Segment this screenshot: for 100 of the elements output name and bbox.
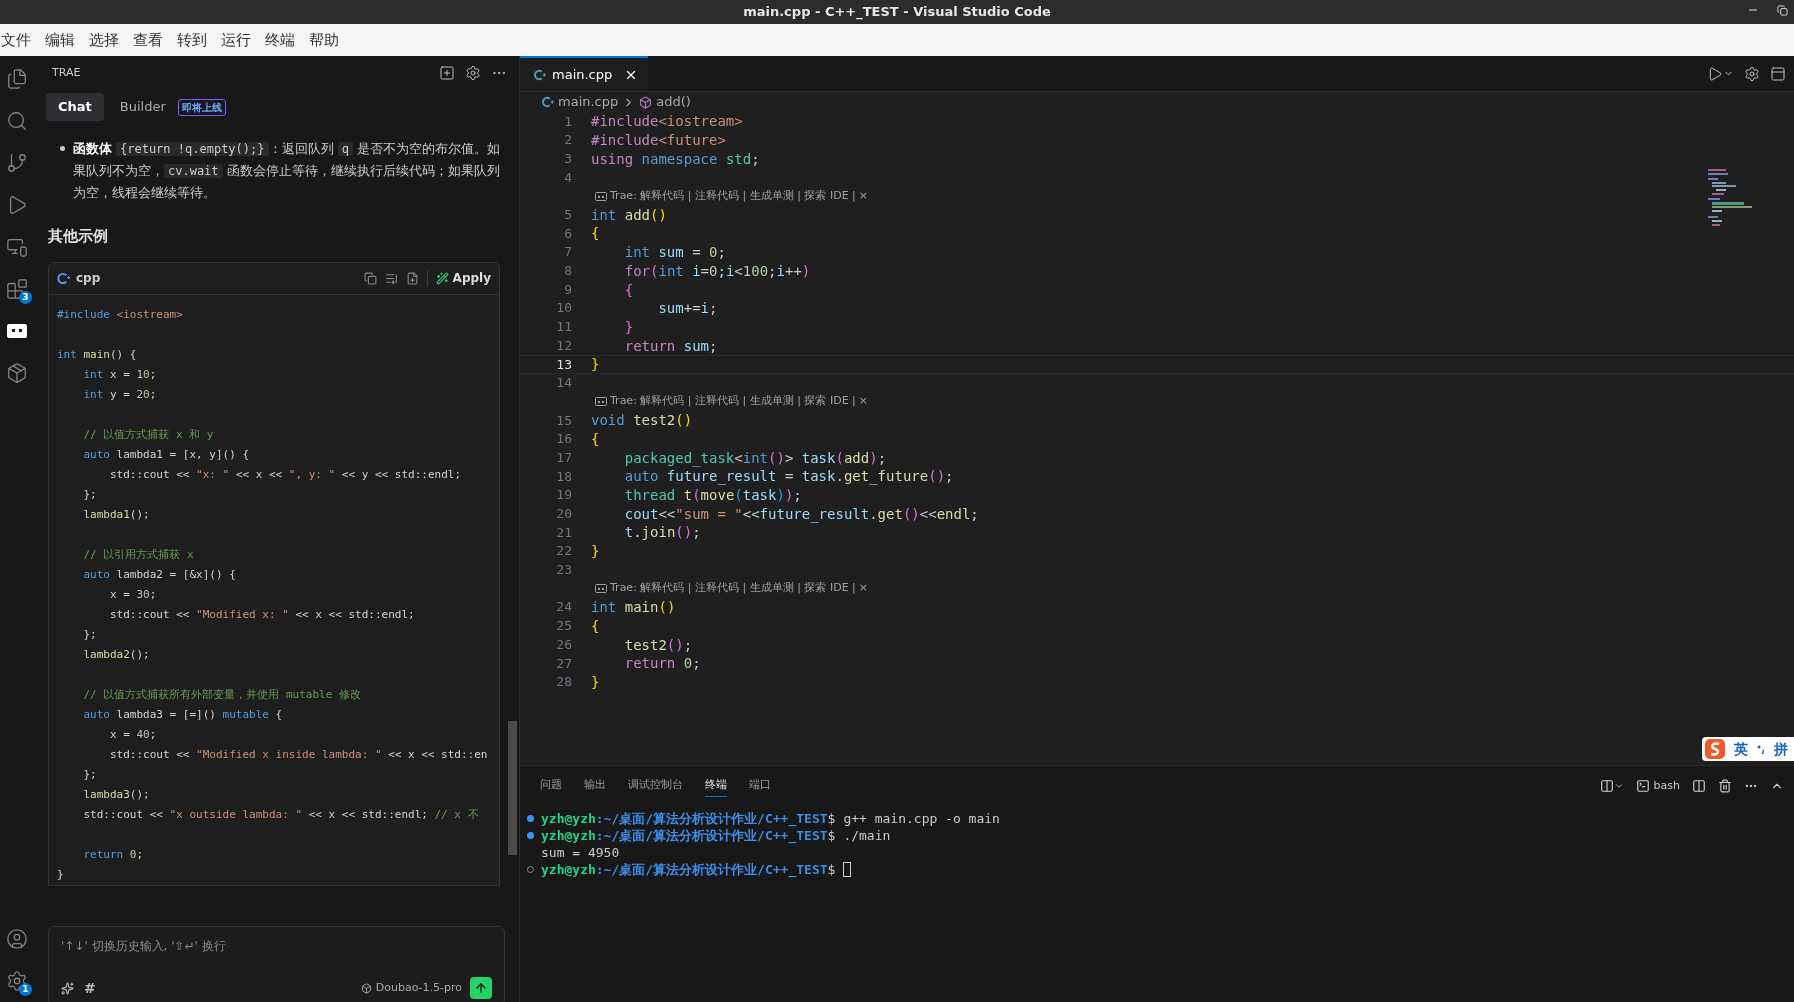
branch-icon[interactable] [6, 152, 28, 174]
code-line: int sum = 0; [623, 243, 726, 262]
breadcrumb-item[interactable]: main.cpp [558, 92, 619, 112]
line-number: 13 [555, 355, 572, 374]
coming-soon-badge: 即将上线 [177, 98, 226, 116]
settings-icon[interactable] [1744, 65, 1760, 82]
package-icon[interactable] [6, 362, 28, 384]
insert-icon[interactable] [384, 271, 398, 285]
code-line: lambda2(); [82, 646, 150, 663]
line-number: 20 [555, 505, 572, 524]
panel-tab[interactable]: 调试控制台 [628, 775, 683, 797]
menu-item[interactable]: 选择 [89, 28, 119, 52]
line-number: 16 [555, 430, 572, 449]
editor-tab[interactable]: main.cpp [520, 56, 649, 91]
new-file-icon[interactable] [405, 271, 419, 285]
trash-icon[interactable] [1718, 779, 1732, 793]
hash-button[interactable]: # [84, 977, 96, 999]
split-icon[interactable] [1692, 779, 1706, 793]
line-number: 27 [555, 654, 572, 673]
restore-icon[interactable] [1777, 4, 1788, 16]
code-line: } [57, 866, 64, 883]
split-icon[interactable] [1599, 779, 1614, 793]
menu-item[interactable]: 运行 [221, 28, 251, 52]
terminal-name[interactable]: bash [1653, 777, 1680, 795]
code-line: #include<future> [591, 131, 726, 150]
code-line: // 以值方式捕获所有外部变量，并使用 mutable 修改 [82, 686, 361, 703]
copy-icon[interactable] [363, 271, 377, 285]
code-line: { [591, 430, 600, 449]
menu-item[interactable]: 编辑 [45, 28, 75, 52]
extensions-icon[interactable] [6, 278, 28, 300]
menu-item[interactable]: 终端 [265, 28, 295, 52]
language-mode[interactable]: 英 [1734, 738, 1748, 760]
code-line: return sum; [623, 336, 718, 355]
line-number: 22 [555, 542, 572, 561]
notification-badge: 3 [19, 291, 32, 304]
cube-icon [360, 982, 372, 994]
menu-item[interactable]: 文件 [1, 28, 31, 52]
close-button[interactable]: × [858, 187, 869, 205]
code-line: // 以引用方式捕获 x [82, 546, 194, 563]
code-line: // 以值方式捕获 x 和 y [82, 426, 214, 443]
chat-icon[interactable] [6, 323, 28, 339]
chevron-down-icon[interactable] [1613, 781, 1624, 791]
settings-icon[interactable] [465, 65, 481, 81]
close-button[interactable]: × [858, 393, 869, 410]
code-lens-actions[interactable]: Trae: 解释代码 | 注释代码 | 生成单测 | 探索 IDE | [610, 393, 856, 410]
line-number: 17 [555, 448, 572, 467]
close-button[interactable]: × [858, 580, 869, 597]
terminal-output: sum = 4950 [541, 843, 620, 862]
menu-item[interactable]: 帮助 [309, 28, 339, 52]
cpp-language-icon [57, 271, 70, 285]
sparkle-icon[interactable] [61, 981, 74, 995]
code-line: } [591, 542, 600, 561]
code-line: std::cout << "Modified x inside lambda: " << x << std::en [108, 746, 488, 763]
layout-icon[interactable] [1770, 65, 1786, 82]
breadcrumb-item[interactable]: add() [656, 92, 691, 112]
chat-tab[interactable]: Builder [111, 93, 174, 121]
terminal-prompt: yzh@yzh:~/桌面/算法分析设计作业/C++_TEST [541, 809, 828, 829]
run-icon[interactable] [1707, 65, 1723, 82]
code-lens-actions[interactable]: Trae: 解释代码 | 注释代码 | 生成单测 | 探索 IDE | [610, 580, 856, 597]
panel-tab[interactable]: 问题 [540, 775, 562, 797]
code-line: sum+=i; [657, 299, 718, 318]
line-number: 15 [555, 411, 572, 430]
input-layout[interactable]: 拼 [1774, 738, 1788, 760]
code-line: t.join(); [623, 523, 701, 542]
menu-item[interactable]: 查看 [133, 28, 163, 52]
code-line: return 0; [623, 654, 701, 673]
code-line: test2(); [623, 635, 693, 654]
code-line: using namespace std; [591, 149, 760, 168]
code-line: int x = 10; [82, 366, 157, 383]
code-line: auto lambda2 = [&x]() { [82, 566, 236, 583]
chat-icon [595, 584, 607, 594]
monitor-icon[interactable] [6, 236, 28, 258]
panel-tab[interactable]: 终端 [705, 775, 727, 797]
send-button[interactable] [470, 977, 492, 999]
chat-input[interactable]: '↑↓' 切换历史输入, '⇧↵' 换行 [61, 937, 492, 955]
line-number: 23 [555, 561, 572, 580]
line-number: 10 [555, 299, 572, 318]
menu-item[interactable]: 转到 [177, 28, 207, 52]
window-title: main.cpp - C++_TEST - Visual Studio Code [743, 3, 1051, 22]
files-icon[interactable] [6, 68, 28, 90]
line-number: 6 [563, 224, 572, 243]
line-number: 19 [555, 486, 572, 505]
prompt-symbol: $ [827, 860, 836, 877]
apply-button[interactable]: Apply [435, 269, 491, 287]
code-line: std::cout << "Modified x: " << x << std::endl; [108, 606, 415, 623]
model-selector[interactable]: Doubao-1.5-pro [360, 979, 462, 997]
code-lens-actions[interactable]: Trae: 解释代码 | 注释代码 | 生成单测 | 探索 IDE | [610, 187, 856, 205]
chat-tab[interactable]: Chat [46, 93, 104, 121]
punctuation-icon[interactable] [1756, 744, 1766, 754]
code-line: }; [82, 766, 97, 783]
search-icon[interactable] [6, 110, 28, 132]
notification-badge: 1 [19, 983, 32, 996]
settings-icon[interactable] [6, 970, 28, 992]
panel-tab[interactable]: 输出 [584, 775, 606, 797]
panel-title: TRAE [52, 64, 81, 81]
account-icon[interactable] [6, 928, 28, 950]
scrollbar-thumb[interactable] [508, 721, 517, 855]
panel-tab[interactable]: 端口 [749, 775, 771, 797]
wand-icon [435, 271, 449, 285]
new-chat-icon[interactable] [439, 65, 455, 81]
